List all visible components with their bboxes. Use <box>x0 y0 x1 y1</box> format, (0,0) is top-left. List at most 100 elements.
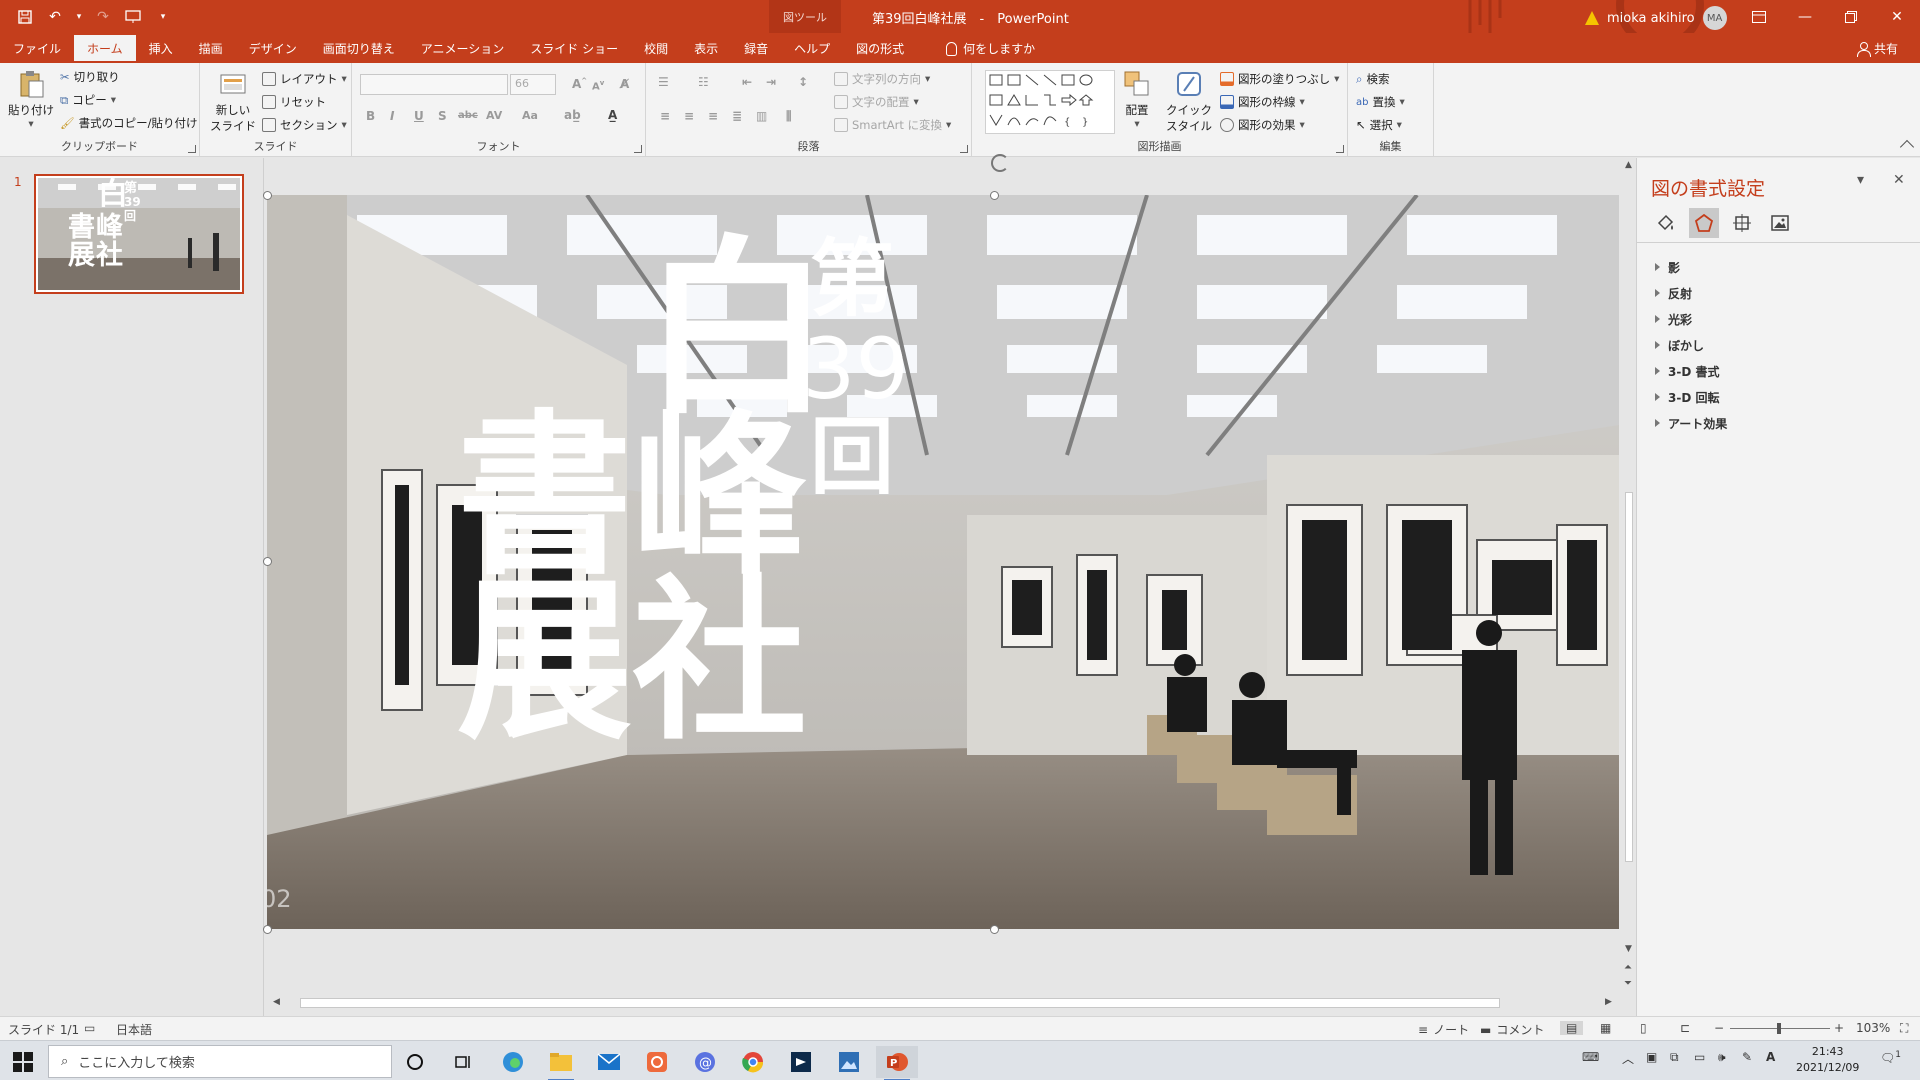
close-icon[interactable]: ✕ <box>1874 0 1920 33</box>
taskbar-clock[interactable]: 21:43 2021/12/09 <box>1796 1044 1859 1076</box>
effect-section-3[interactable]: ぼかし <box>1655 332 1727 358</box>
format-painter-button[interactable]: 🖌 書式のコピー/貼り付け <box>60 115 197 131</box>
tab-11[interactable]: ヘルプ <box>781 35 843 63</box>
spelling-icon[interactable]: ▭ <box>84 1021 95 1035</box>
selection-handle-top-left[interactable] <box>263 191 272 200</box>
font-launcher-icon[interactable] <box>634 145 642 153</box>
tab-3[interactable]: 描画 <box>186 35 236 63</box>
pane-options-icon[interactable]: ▾ <box>1857 172 1864 188</box>
ime-icon[interactable]: A <box>1766 1050 1775 1064</box>
tab-5[interactable]: 画面切り替え <box>310 35 408 63</box>
tab-8[interactable]: 校閲 <box>631 35 681 63</box>
zoom-level[interactable]: 103% <box>1856 1021 1890 1035</box>
restore-icon[interactable] <box>1828 0 1874 33</box>
tab-6[interactable]: アニメーション <box>408 35 518 63</box>
vertical-scroll-thumb[interactable] <box>1625 492 1633 862</box>
keyboard-icon[interactable]: ⌨ <box>1582 1050 1599 1064</box>
show-hidden-icons-icon[interactable]: ︿ <box>1622 1050 1634 1067</box>
shapes-gallery-scroll[interactable] <box>1104 71 1114 133</box>
customize-qat-icon[interactable]: ▾ <box>152 6 174 28</box>
section-button[interactable]: セクション ▾ <box>262 117 347 133</box>
comments-button[interactable]: ▬ コメント <box>1480 1021 1544 1038</box>
shape-outline-button[interactable]: 図形の枠線 ▾ <box>1220 94 1305 110</box>
previous-slide-icon[interactable]: ⏶ <box>1624 962 1632 973</box>
tab-1[interactable]: ホーム <box>74 35 136 63</box>
align-text-button[interactable]: 文字の配置 ▾ <box>834 94 919 110</box>
line-spacing-icon[interactable]: ↕ <box>798 75 808 89</box>
network-icon[interactable]: ▭ <box>1694 1050 1705 1064</box>
shape-fill-button[interactable]: 図形の塗りつぶし ▾ <box>1220 71 1339 87</box>
tab-0[interactable]: ファイル <box>0 35 74 63</box>
selection-handle-top[interactable] <box>990 191 999 200</box>
character-spacing-button[interactable]: AV <box>486 109 502 122</box>
tell-me-search[interactable]: 何をしますか <box>933 35 1048 63</box>
account-area[interactable]: mioka akihiro MA <box>1585 6 1727 30</box>
paste-dropdown-icon[interactable]: ▾ <box>28 118 33 130</box>
horizontal-scroll-thumb[interactable] <box>300 998 1500 1008</box>
scroll-down-icon[interactable]: ▼ <box>1625 944 1632 954</box>
undo-dropdown-icon[interactable]: ▾ <box>74 6 84 28</box>
video-app-icon[interactable] <box>780 1046 822 1078</box>
bold-button[interactable]: B <box>366 109 375 123</box>
grow-font-icon[interactable]: A^ <box>572 77 587 91</box>
slide-canvas[interactable]: 白 第 39 回 書 峰 展 社 02 <box>267 195 1619 929</box>
quick-styles-button[interactable]: クイック スタイル <box>1166 69 1212 134</box>
tab-10[interactable]: 録音 <box>731 35 781 63</box>
selection-handle-bottom[interactable] <box>990 925 999 934</box>
selection-handle-left[interactable] <box>263 557 272 566</box>
slide-sorter-icon[interactable]: ▦ <box>1600 1021 1611 1035</box>
taskbar-search-box[interactable]: ⌕ ここに入力して検索 <box>48 1045 392 1078</box>
reading-view-icon[interactable]: ▯ <box>1640 1021 1647 1035</box>
photos-icon[interactable] <box>828 1046 870 1078</box>
next-slide-icon[interactable]: ⏷ <box>1624 978 1632 989</box>
numbering-icon[interactable]: ☷ <box>698 75 709 89</box>
tab-12[interactable]: 図の形式 <box>843 35 917 63</box>
effect-section-5[interactable]: 3-D 回転 <box>1655 384 1727 410</box>
windows-start-icon[interactable] <box>12 1051 34 1073</box>
avatar[interactable]: MA <box>1702 6 1727 30</box>
paragraph-launcher-icon[interactable] <box>960 145 968 153</box>
justify-icon[interactable]: ≣ <box>732 109 742 123</box>
increase-indent-icon[interactable]: ⇥ <box>766 75 776 89</box>
ribbon-display-options-icon[interactable] <box>1736 0 1782 33</box>
columns-icon[interactable]: ⫼ <box>786 109 792 124</box>
shape-effects-button[interactable]: 図形の効果 ▾ <box>1220 117 1305 133</box>
font-name-combo[interactable] <box>360 74 508 95</box>
distributed-icon[interactable]: ▥ <box>756 109 767 123</box>
select-button[interactable]: ↖ 選択 ▾ <box>1356 117 1402 133</box>
layout-button[interactable]: レイアウト ▾ <box>262 71 347 87</box>
scroll-left-icon[interactable]: ◀ <box>273 997 280 1007</box>
copy-dropdown-icon[interactable]: ▾ <box>111 94 116 106</box>
font-size-combo[interactable]: 66 <box>510 74 556 95</box>
collapse-ribbon-icon[interactable] <box>1899 139 1915 155</box>
smartart-button[interactable]: SmartArt に変換 ▾ <box>834 117 951 133</box>
effect-section-2[interactable]: 光彩 <box>1655 306 1727 332</box>
redo-icon[interactable]: ↷ <box>92 6 114 28</box>
tray-network-adapter-icon[interactable]: ⧉ <box>1670 1050 1679 1065</box>
tab-9[interactable]: 表示 <box>681 35 731 63</box>
text-shadow-button[interactable]: S <box>438 109 447 123</box>
bullets-icon[interactable]: ☰ <box>658 75 669 89</box>
size-properties-tab[interactable] <box>1727 208 1757 238</box>
notification-center-icon[interactable]: 🗨1 <box>1880 1050 1901 1065</box>
italic-button[interactable]: I <box>390 109 394 123</box>
zoom-slider-knob[interactable] <box>1777 1023 1781 1034</box>
zoom-out-icon[interactable]: − <box>1714 1021 1724 1035</box>
paste-button[interactable]: 貼り付け ▾ <box>8 69 54 130</box>
tray-app-icon[interactable]: ▣ <box>1646 1050 1657 1064</box>
find-button[interactable]: ⌕ 検索 <box>1356 71 1389 87</box>
horizontal-scrollbar[interactable]: ◀ ▶ <box>265 995 1622 1011</box>
pen-workspace-icon[interactable]: ✎ <box>1742 1050 1752 1064</box>
zoom-in-icon[interactable]: + <box>1834 1021 1844 1035</box>
effect-section-6[interactable]: アート効果 <box>1655 410 1727 436</box>
shapes-gallery[interactable]: {} <box>985 70 1115 134</box>
tab-7[interactable]: スライド ショー <box>517 35 631 63</box>
align-center-icon[interactable]: ≡ <box>684 109 694 123</box>
file-explorer-icon[interactable] <box>540 1046 582 1080</box>
underline-button[interactable]: U <box>414 109 424 123</box>
share-button[interactable]: 共有 <box>1856 40 1898 57</box>
decrease-indent-icon[interactable]: ⇤ <box>742 75 752 89</box>
tab-2[interactable]: 挿入 <box>136 35 186 63</box>
start-from-beginning-icon[interactable] <box>122 6 144 28</box>
fill-line-tab[interactable] <box>1651 208 1681 238</box>
